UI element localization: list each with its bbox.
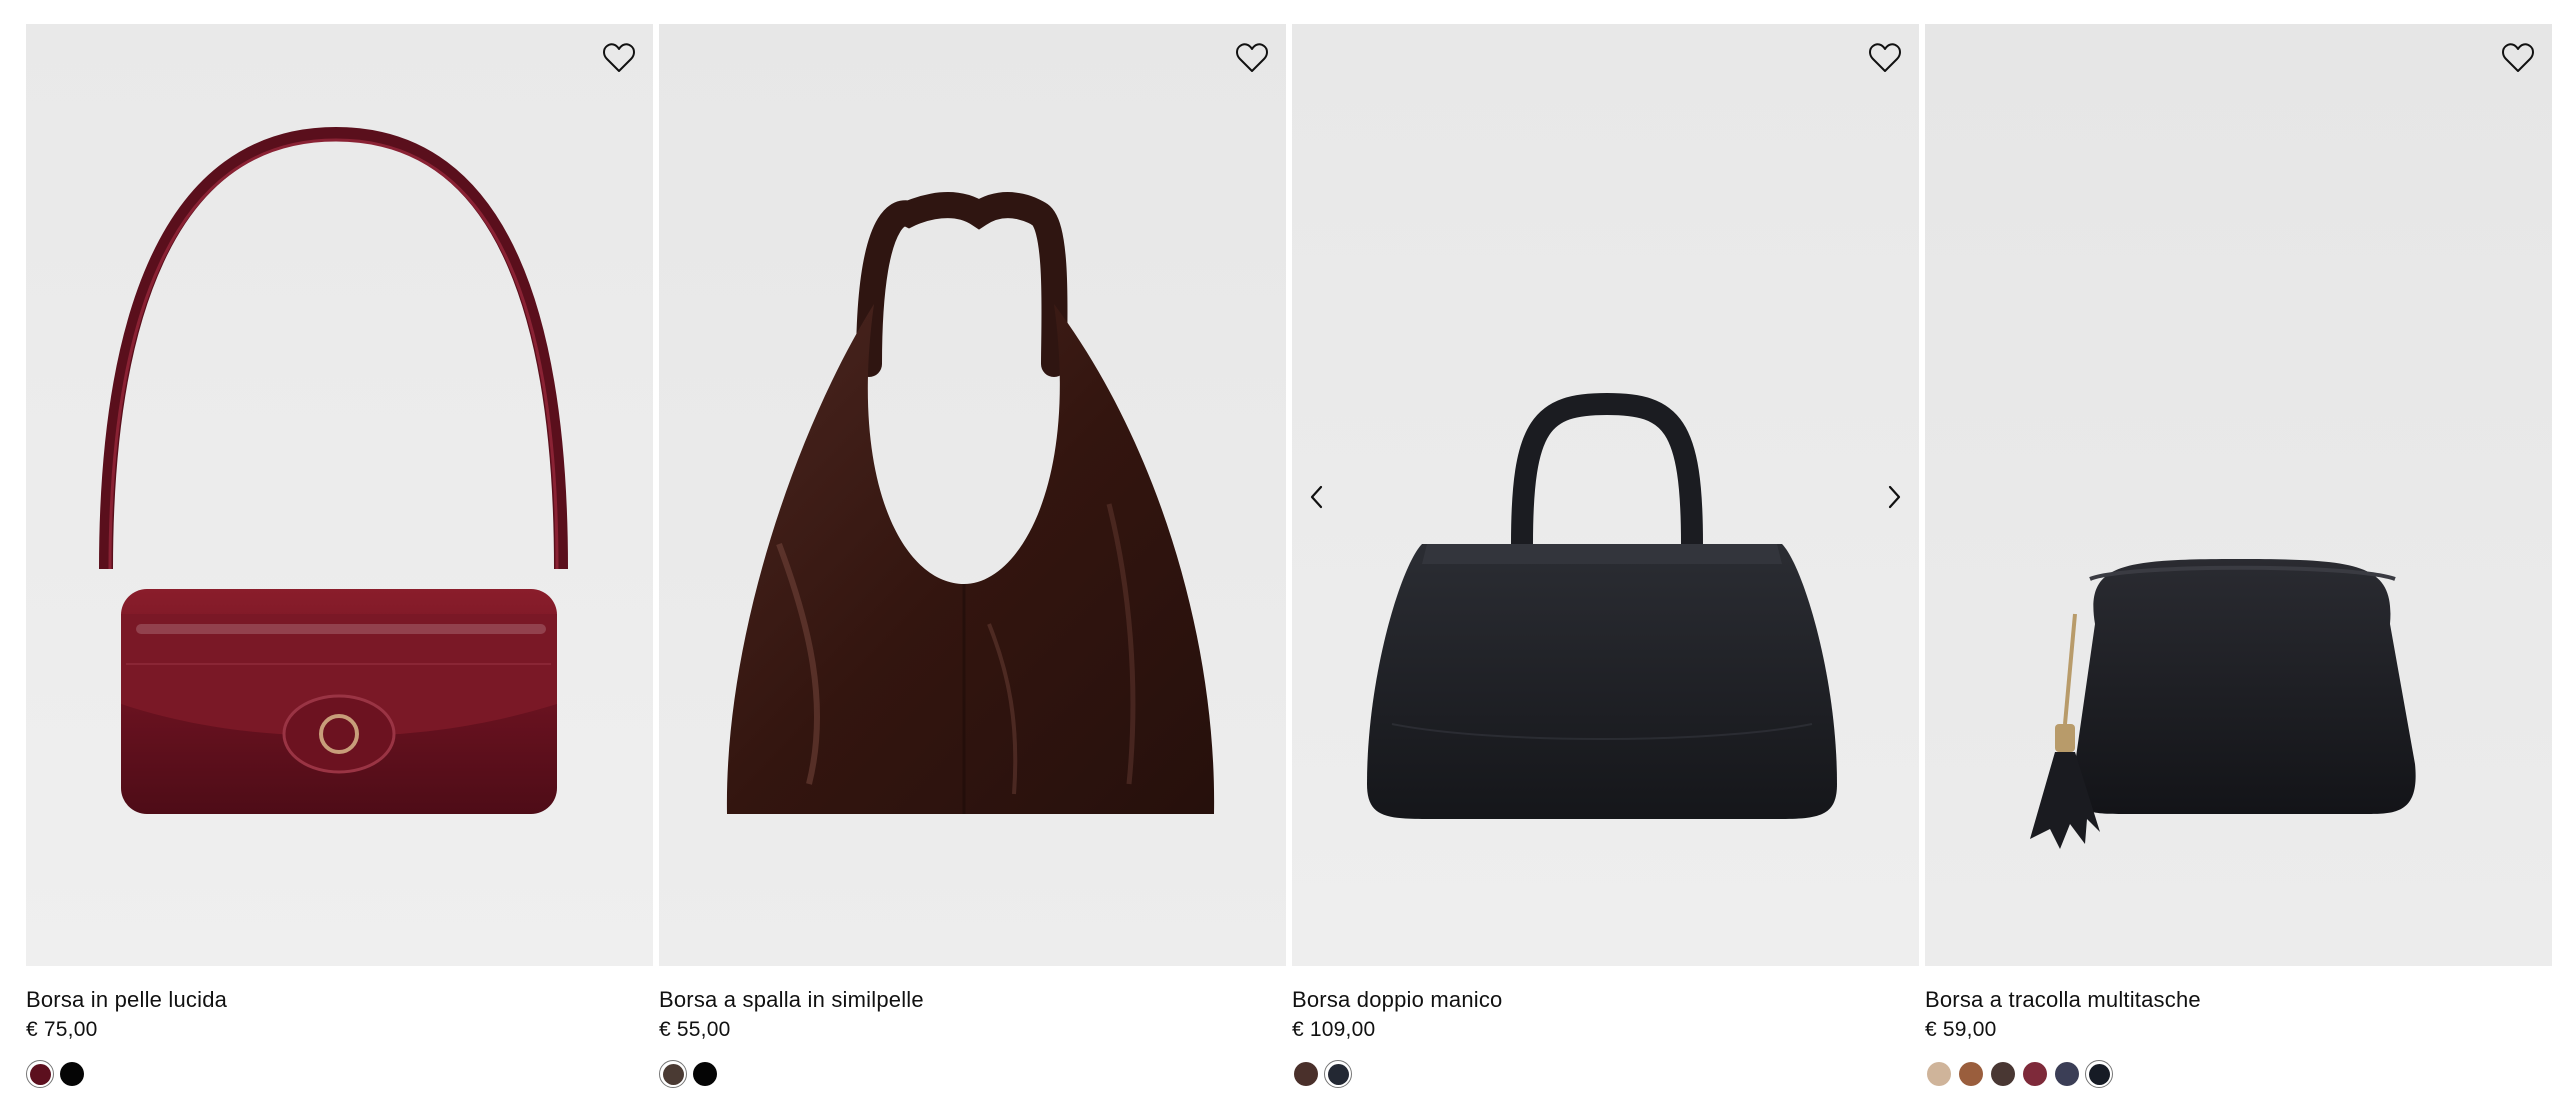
swatch-dot: [1927, 1062, 1951, 1086]
product-price: € 109,00: [1292, 1018, 1376, 1041]
swatch-dot: [2088, 1063, 2110, 1085]
color-swatches: [1292, 1060, 1919, 1088]
swatch-dot: [2055, 1062, 2079, 1086]
color-swatch[interactable]: [691, 1060, 719, 1088]
product-name[interactable]: Borsa a spalla in similpelle: [659, 986, 1286, 1014]
product-photo: [26, 24, 653, 966]
swatch-dot: [1991, 1062, 2015, 1086]
wishlist-heart-icon[interactable]: [1865, 38, 1905, 78]
color-swatch[interactable]: [659, 1060, 687, 1088]
product-image[interactable]: [1292, 24, 1919, 966]
swatch-dot: [1959, 1062, 1983, 1086]
color-swatch[interactable]: [1292, 1060, 1320, 1088]
swatch-dot: [2023, 1062, 2047, 1086]
swatch-dot: [1327, 1063, 1349, 1085]
color-swatch[interactable]: [1957, 1060, 1985, 1088]
wishlist-heart-icon[interactable]: [1232, 38, 1272, 78]
color-swatches: [659, 1060, 1286, 1088]
color-swatch[interactable]: [2085, 1060, 2113, 1088]
product-name[interactable]: Borsa a tracolla multitasche: [1925, 986, 2552, 1014]
wishlist-heart-icon[interactable]: [599, 38, 639, 78]
product-photo: [1925, 24, 2552, 966]
swatch-dot: [693, 1062, 717, 1086]
chevron-left-icon: [1310, 485, 1323, 509]
color-swatch[interactable]: [2053, 1060, 2081, 1088]
product-photo: [1292, 24, 1919, 966]
product-image[interactable]: [659, 24, 1286, 966]
product-card[interactable]: Borsa doppio manico € 109,00: [1292, 24, 1919, 1088]
product-name[interactable]: Borsa in pelle lucida: [26, 986, 653, 1014]
swatch-dot: [662, 1063, 684, 1085]
color-swatch[interactable]: [58, 1060, 86, 1088]
chevron-right-icon: [1888, 485, 1901, 509]
color-swatches: [26, 1060, 653, 1088]
product-grid: Borsa in pelle lucida € 75,00 Borsa a sp…: [26, 24, 2552, 1088]
product-price: € 75,00: [26, 1018, 98, 1041]
wishlist-heart-icon[interactable]: [2498, 38, 2538, 78]
color-swatch[interactable]: [1989, 1060, 2017, 1088]
product-photo: [659, 24, 1286, 966]
color-swatch[interactable]: [1925, 1060, 1953, 1088]
product-price: € 55,00: [659, 1018, 731, 1041]
product-name[interactable]: Borsa doppio manico: [1292, 986, 1919, 1014]
product-image[interactable]: [26, 24, 653, 966]
swatch-dot: [60, 1062, 84, 1086]
color-swatch[interactable]: [26, 1060, 54, 1088]
swatch-dot: [1294, 1062, 1318, 1086]
product-card[interactable]: Borsa a tracolla multitasche € 59,00: [1925, 24, 2552, 1088]
product-card[interactable]: Borsa in pelle lucida € 75,00: [26, 24, 653, 1088]
carousel-prev-button[interactable]: [1302, 482, 1332, 512]
color-swatch[interactable]: [2021, 1060, 2049, 1088]
swatch-dot: [29, 1063, 51, 1085]
color-swatches: [1925, 1060, 2552, 1088]
product-price: € 59,00: [1925, 1018, 1997, 1041]
product-card[interactable]: Borsa a spalla in similpelle € 55,00: [659, 24, 1286, 1088]
color-swatch[interactable]: [1324, 1060, 1352, 1088]
carousel-next-button[interactable]: [1879, 482, 1909, 512]
product-image[interactable]: [1925, 24, 2552, 966]
